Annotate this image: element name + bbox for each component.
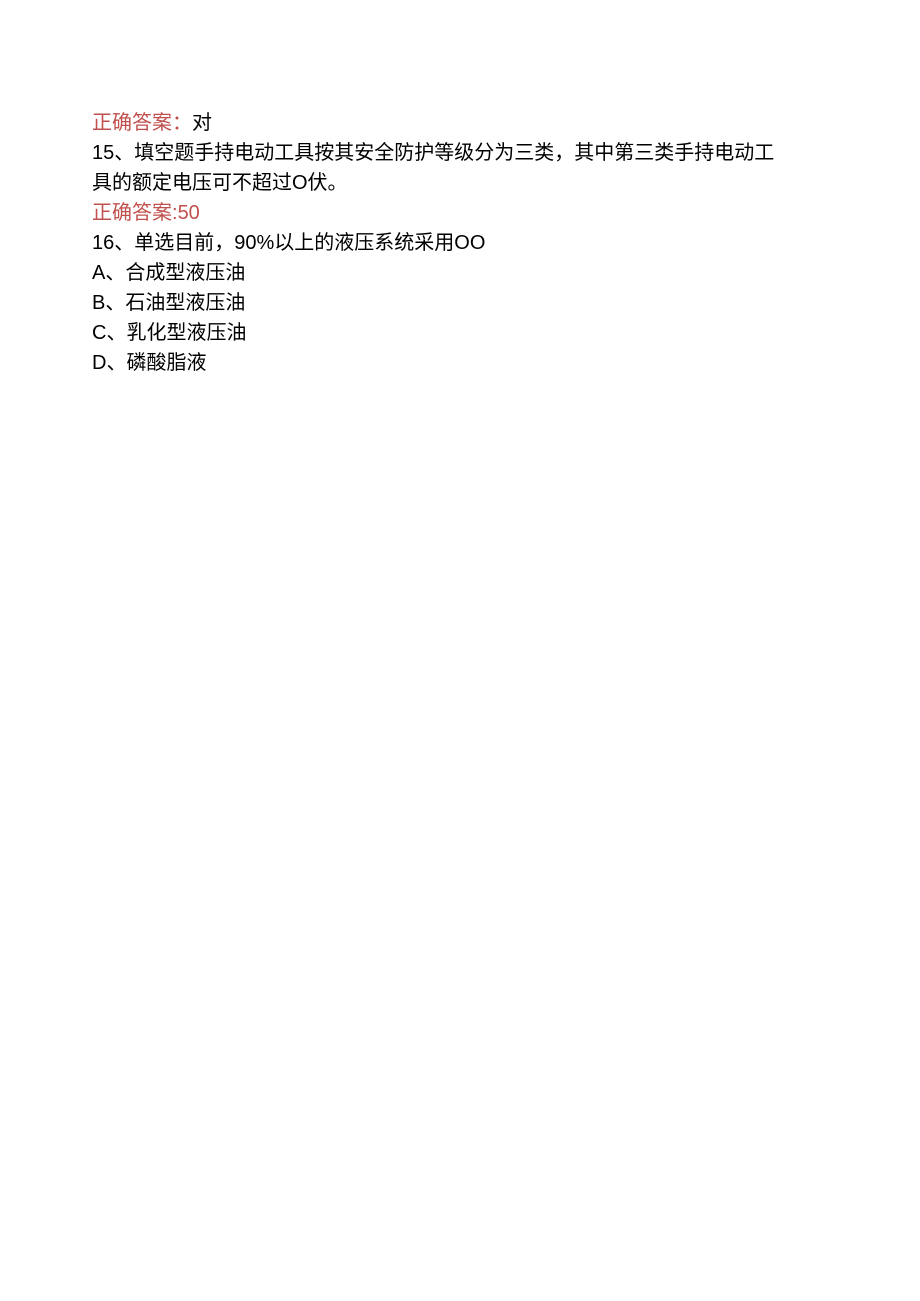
answer-14-line: 正确答案：对 bbox=[92, 108, 828, 138]
option-c: C、乳化型液压油 bbox=[92, 318, 828, 348]
question-16-line: 16、单选目前，90%以上的液压系统采用OO bbox=[92, 228, 828, 258]
question-15-line2: 具的额定电压可不超过O伏。 bbox=[92, 168, 828, 198]
answer-15-line: 正确答案:50 bbox=[92, 198, 828, 228]
option-a: A、合成型液压油 bbox=[92, 258, 828, 288]
answer-15-value: 50 bbox=[178, 202, 200, 224]
option-d: D、磷酸脂液 bbox=[92, 348, 828, 378]
question-16-text: 目前，90%以上的液压系统采用OO bbox=[174, 232, 485, 254]
answer-15-label: 正确答案: bbox=[92, 202, 178, 224]
question-15-line1: 15、填空题手持电动工具按其安全防护等级分为三类，其中第三类手持电动工 bbox=[92, 138, 828, 168]
answer-14-value: 对 bbox=[192, 112, 212, 134]
question-15-number: 15、 bbox=[92, 142, 134, 164]
question-15-text-2: 具的额定电压可不超过O伏。 bbox=[92, 172, 348, 194]
question-16-number: 16、 bbox=[92, 232, 134, 254]
question-15-type: 填空题 bbox=[134, 142, 194, 164]
question-16-type: 单选 bbox=[134, 232, 174, 254]
option-b: B、石油型液压油 bbox=[92, 288, 828, 318]
document-page: 正确答案：对 15、填空题手持电动工具按其安全防护等级分为三类，其中第三类手持电… bbox=[0, 0, 920, 378]
question-15-text-1: 手持电动工具按其安全防护等级分为三类，其中第三类手持电动工 bbox=[194, 142, 774, 164]
answer-14-label: 正确答案： bbox=[92, 112, 192, 134]
